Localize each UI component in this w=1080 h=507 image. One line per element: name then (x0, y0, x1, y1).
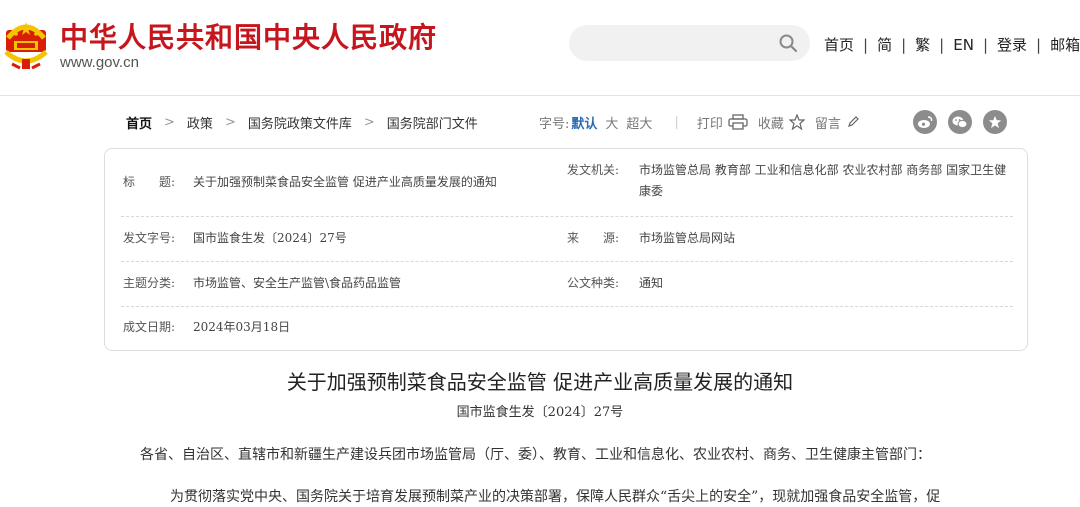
wechat-icon[interactable] (948, 110, 972, 134)
weibo-icon[interactable] (913, 110, 937, 134)
site-url: www.gov.cn (60, 54, 139, 71)
star-icon[interactable] (983, 110, 1007, 134)
favorite-button[interactable]: 收藏 (758, 113, 805, 132)
source-value: 市场监管总局网站 (639, 231, 736, 245)
title-label: 标 题: (123, 175, 176, 189)
docno-value: 国市监食生发〔2024〕27号 (193, 231, 347, 245)
pencil-icon (847, 116, 859, 127)
breadcrumb: 首页 > 政策 > 国务院政策文件库 > 国务院部门文件 (126, 111, 478, 133)
article-title: 关于加强预制菜食品安全监管 促进产业高质量发展的通知 (286, 370, 794, 394)
font-size-default-button[interactable]: 默认 (571, 113, 597, 132)
tools-divider: | (674, 114, 679, 130)
info-row-category: 主题分类: 市场监管、安全生产监管\食品药品监管 公文种类: 通知 (121, 262, 1013, 307)
national-emblem-icon[interactable] (2, 18, 50, 72)
nav-traditional-link[interactable]: 繁 (915, 34, 930, 55)
nav-separator: | (1036, 35, 1042, 54)
category-label: 主题分类: (123, 276, 176, 290)
font-size-large-button[interactable]: 大 (605, 113, 618, 132)
nav-separator: | (863, 35, 869, 54)
breadcrumb-policy[interactable]: 政策 (187, 113, 213, 132)
article-addressee: 各省、自治区、直辖市和新疆生产建设兵团市场监管局（厅、委）、教育、工业和信息化、… (140, 447, 931, 463)
font-size-label: 字号: (539, 116, 570, 132)
article-paragraph: 为贯彻落实党中央、国务院关于培育发展预制菜产业的决策部署，保障人民群众“舌尖上的… (170, 489, 941, 505)
nav-english-link[interactable]: EN (953, 36, 974, 54)
star-outline-icon (788, 114, 805, 130)
share-buttons (913, 110, 1007, 134)
print-button[interactable]: 打印 (697, 113, 748, 132)
document-info-box: 标 题: 关于加强预制菜食品安全监管 促进产业高质量发展的通知 发文机关: 市场… (104, 148, 1028, 351)
breadcrumb-arrow-icon: > (363, 114, 375, 130)
category-value: 市场监管、安全生产监管\食品药品监管 (193, 276, 402, 290)
source-label: 来 源: (567, 231, 620, 245)
date-value: 2024年03月18日 (193, 320, 291, 334)
nav-home-link[interactable]: 首页 (824, 34, 854, 55)
info-row-docno: 发文字号: 国市监食生发〔2024〕27号 来 源: 市场监管总局网站 (121, 217, 1013, 262)
doctype-label: 公文种类: (567, 276, 620, 290)
site-header: 中华人民共和国中央人民政府 www.gov.cn 首页 | 简 | 繁 | EN… (0, 0, 1080, 96)
nav-separator: | (982, 35, 988, 54)
docno-label: 发文字号: (123, 231, 176, 245)
breadcrumb-policy-library[interactable]: 国务院政策文件库 (248, 113, 352, 132)
nav-separator: | (901, 35, 907, 54)
breadcrumb-department-docs[interactable]: 国务院部门文件 (387, 113, 478, 132)
print-label: 打印 (696, 116, 723, 132)
page-tools: 字号: 默认 大 超大 | 打印 收藏 留言 (539, 111, 870, 133)
favorite-label: 收藏 (757, 116, 784, 132)
title-value: 关于加强预制菜食品安全监管 促进产业高质量发展的通知 (193, 175, 497, 189)
nav-mail-link[interactable]: 邮箱 (1050, 34, 1080, 55)
font-size-xlarge-button[interactable]: 超大 (626, 113, 652, 132)
breadcrumb-arrow-icon: > (224, 114, 236, 130)
top-nav: 首页 | 简 | 繁 | EN | 登录 | 邮箱 | (824, 34, 1080, 55)
nav-simplified-link[interactable]: 简 (877, 34, 892, 55)
info-row-date: 成文日期: 2024年03月18日 (121, 307, 1013, 347)
date-label: 成文日期: (123, 320, 176, 334)
issuer-label: 发文机关: (567, 163, 620, 177)
nav-separator: | (939, 35, 945, 54)
search-icon[interactable] (778, 33, 798, 53)
info-row-title: 标 题: 关于加强预制菜食品安全监管 促进产业高质量发展的通知 发文机关: 市场… (121, 157, 1013, 217)
breadcrumb-home[interactable]: 首页 (126, 113, 152, 132)
issuer-value: 市场监管总局 教育部 工业和信息化部 农业农村部 商务部 国家卫生健康委 (639, 163, 1007, 198)
doctype-value: 通知 (639, 276, 664, 290)
search-input[interactable] (587, 33, 767, 53)
search-box (569, 25, 810, 61)
printer-icon (728, 114, 748, 130)
site-title[interactable]: 中华人民共和国中央人民政府 (60, 16, 437, 56)
breadcrumb-arrow-icon: > (164, 114, 175, 130)
article-doc-number: 国市监食生发〔2024〕27号 (456, 405, 624, 420)
comment-button[interactable]: 留言 (815, 113, 860, 132)
comment-label: 留言 (814, 116, 841, 132)
nav-login-link[interactable]: 登录 (997, 34, 1027, 55)
